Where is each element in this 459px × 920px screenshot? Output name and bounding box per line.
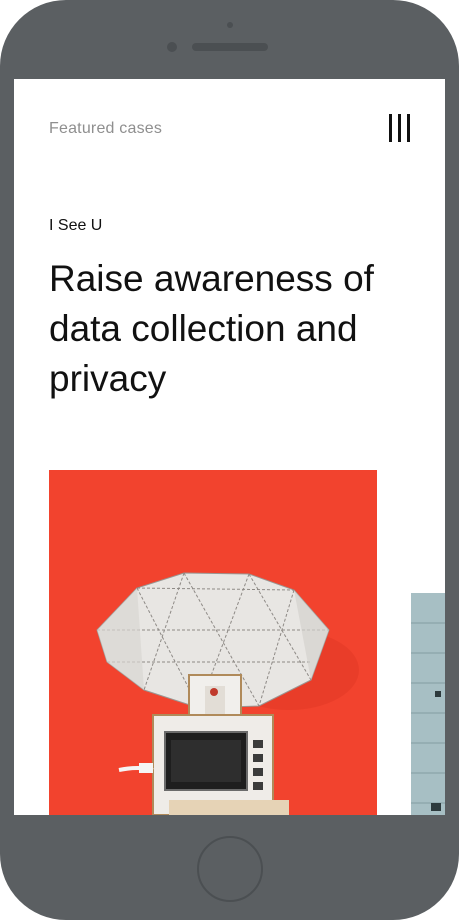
satellite-dish-device-photo	[96, 572, 359, 815]
phone-screen: Featured cases I See U Raise awareness o…	[14, 79, 445, 815]
front-camera	[167, 42, 177, 52]
power-button	[455, 140, 459, 190]
volume-down-button	[0, 230, 2, 268]
proximity-sensor	[227, 22, 233, 28]
case-kicker: I See U	[49, 217, 103, 234]
case-headline[interactable]: Raise awareness of data collection and p…	[49, 254, 429, 404]
mute-switch	[0, 100, 2, 122]
volume-up-button	[0, 175, 2, 213]
menu-icon[interactable]	[387, 114, 413, 144]
next-case-image[interactable]	[411, 593, 445, 815]
earpiece-speaker	[192, 43, 268, 51]
phone-frame: Featured cases I See U Raise awareness o…	[0, 0, 459, 920]
case-image[interactable]	[49, 470, 377, 815]
home-button[interactable]	[197, 836, 263, 902]
page-title: Featured cases	[49, 120, 163, 137]
building-photo	[411, 593, 445, 815]
